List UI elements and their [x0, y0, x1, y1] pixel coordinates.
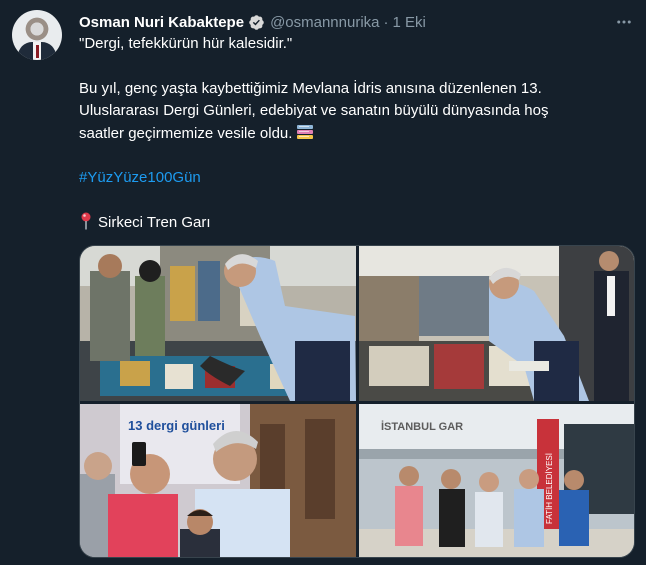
tweet[interactable]: Osman Nuri Kabaktepe @osmannnurika · 1 E…: [0, 0, 646, 565]
author-name[interactable]: Osman Nuri Kabaktepe: [79, 14, 244, 31]
photo-3[interactable]: 13 dergi günleri: [80, 404, 356, 557]
tweet-quote-line: "Dergi, tefekkürün hür kalesidir.": [79, 35, 293, 52]
photo-1-image: [80, 246, 356, 401]
tweet-body-line-text: saatler geçirmemize vesile oldu.: [79, 124, 293, 142]
header-separator: ·: [383, 13, 389, 31]
photo-1[interactable]: [80, 246, 356, 401]
avatar[interactable]: [12, 10, 62, 60]
location-line: Sirkeci Tren Garı: [79, 212, 631, 235]
photo-3-sign: 13 dergi günleri: [128, 418, 225, 433]
more-horizontal-icon[interactable]: [612, 10, 636, 34]
author-handle[interactable]: @osmannnurika: [270, 14, 379, 31]
tweet-text: "Dergi, tefekkürün hür kalesidir." Bu yı…: [79, 33, 631, 234]
books-emoji-icon: [297, 124, 314, 139]
tweet-body-line: Bu yıl, genç yaşta kaybettiğimiz Mevlana…: [79, 79, 542, 97]
location-text: Sirkeci Tren Garı: [98, 213, 211, 231]
media-grid: 13 dergi günleri İSTANBUL GAR FATİH BELE…: [79, 245, 635, 558]
avatar-tie: [35, 45, 39, 58]
verified-badge-icon: [249, 14, 264, 30]
photo-4-sign: İSTANBUL GAR: [381, 420, 463, 433]
tweet-body-line: Uluslararası Dergi Günleri, edebiyat ve …: [79, 102, 549, 119]
photo-2-image: [359, 246, 634, 401]
photo-4-banner: FATİH BELEDİYESİ: [545, 453, 554, 524]
photo-2[interactable]: [359, 246, 634, 401]
tweet-timestamp[interactable]: 1 Eki: [393, 14, 426, 31]
photo-3-image: 13 dergi günleri: [80, 404, 356, 557]
photo-4-image: İSTANBUL GAR FATİH BELEDİYESİ: [359, 404, 634, 557]
round-pushpin-icon: [81, 212, 91, 229]
photo-4[interactable]: İSTANBUL GAR FATİH BELEDİYESİ: [359, 404, 634, 557]
tweet-header: Osman Nuri Kabaktepe @osmannnurika · 1 E…: [79, 12, 426, 32]
hashtag-link[interactable]: #YüzYüze100Gün: [79, 167, 631, 190]
tweet-body-line-last: saatler geçirmemize vesile oldu.: [79, 123, 631, 146]
more-dots-icon: [617, 20, 631, 24]
